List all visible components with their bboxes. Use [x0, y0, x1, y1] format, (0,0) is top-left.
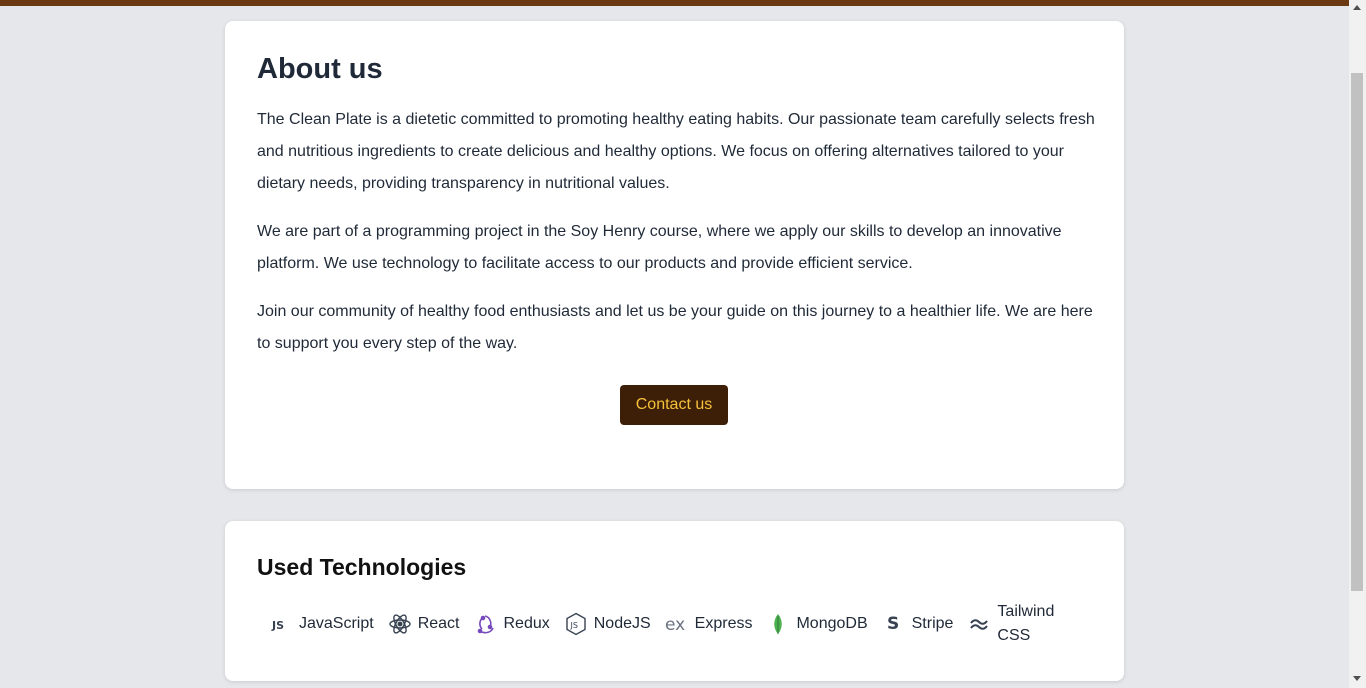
nodejs-icon: JS [564, 612, 588, 636]
about-title: About us [257, 53, 383, 85]
svg-text:JS: JS [271, 619, 284, 632]
tech-label: Stripe [911, 615, 954, 632]
about-paragraph-1: The Clean Plate is a dietetic committed … [257, 111, 1095, 192]
mongodb-icon [766, 612, 790, 636]
tech-label: MongoDB [796, 615, 868, 632]
tech-label: Redux [503, 615, 550, 632]
svg-text:S: S [887, 614, 899, 634]
about-paragraph-3: Join our community of healthy food enthu… [257, 303, 1093, 352]
tech-label: React [417, 615, 460, 632]
tech-item-mongodb: MongoDB [766, 612, 868, 636]
about-card: About us The Clean Plate is a dietetic c… [225, 21, 1124, 489]
tech-item-express: ex Express [665, 612, 753, 636]
scroll-down-icon[interactable] [1353, 676, 1361, 681]
tech-label: NodeJS [593, 615, 651, 632]
react-icon [388, 612, 412, 636]
technologies-title: Used Technologies [257, 554, 467, 580]
tech-label: JavaScript [299, 615, 374, 632]
about-paragraph-2: We are part of a programming project in … [257, 223, 1062, 272]
redux-icon [474, 612, 498, 636]
tech-label: Tailwind CSS [997, 603, 1055, 644]
tech-label: Express [694, 615, 753, 632]
top-accent-bar [0, 0, 1349, 6]
technologies-card: Used Technologies JS JavaScript React Re… [225, 521, 1124, 681]
tech-item-stripe: S Stripe [882, 612, 954, 636]
scroll-up-icon[interactable] [1353, 5, 1361, 10]
tech-item-javascript: JS JavaScript [269, 612, 374, 636]
svg-text:JS: JS [569, 621, 577, 630]
tech-item-nodejs: JS NodeJS [564, 612, 651, 636]
tailwind-icon [967, 612, 991, 636]
technologies-list: JS JavaScript React Redux JS NodeJS ex E… [269, 599, 1075, 649]
scrollbar-thumb[interactable] [1351, 73, 1363, 591]
page-scrollbar[interactable] [1349, 0, 1366, 688]
express-icon: ex [665, 612, 689, 636]
javascript-icon: JS [269, 612, 293, 636]
contact-us-button[interactable]: Contact us [620, 385, 728, 425]
stripe-icon: S [882, 612, 906, 636]
svg-text:ex: ex [665, 615, 685, 635]
tech-item-redux: Redux [474, 612, 550, 636]
tech-item-react: React [388, 612, 460, 636]
tech-item-tailwind: Tailwind CSS [967, 600, 1061, 648]
